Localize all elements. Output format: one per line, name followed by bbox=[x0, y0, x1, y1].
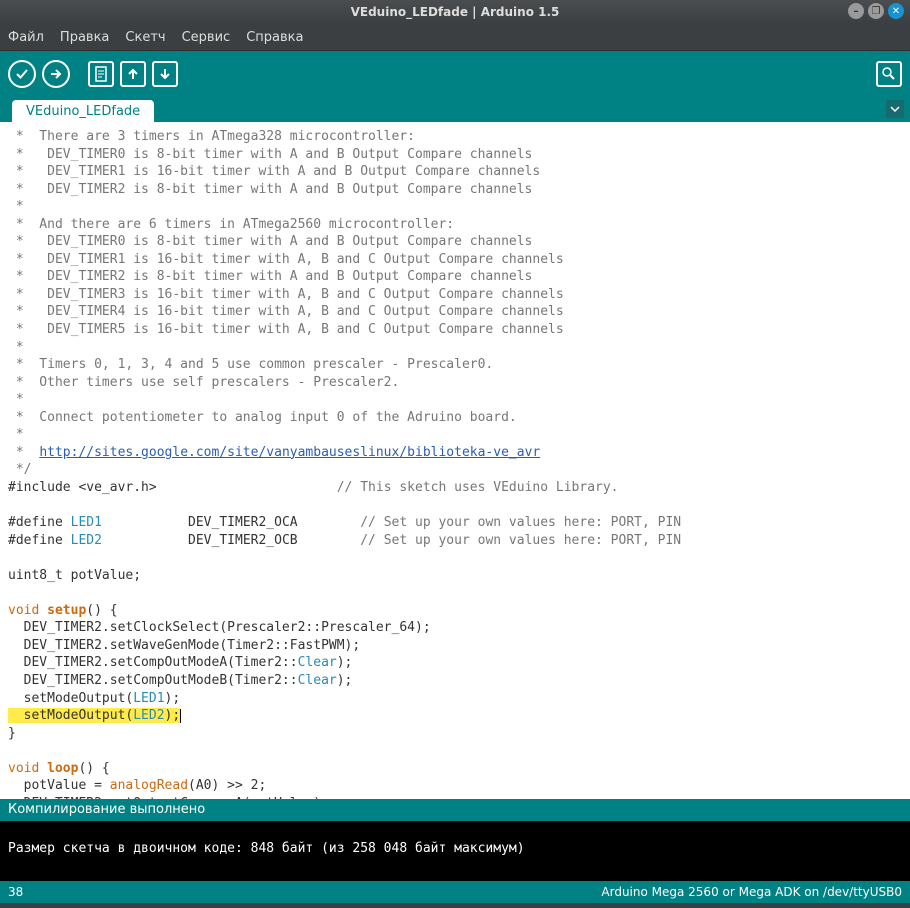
stmt-line: DEV_TIMER2.setCompOutModeA(Timer2::Clear… bbox=[8, 654, 902, 672]
func-line: void setup() { bbox=[8, 602, 902, 620]
toolbar bbox=[0, 51, 910, 96]
define-line: #define LED1 DEV_TIMER2_OCA // Set up yo… bbox=[8, 514, 902, 532]
chevron-down-icon bbox=[890, 106, 900, 112]
include-line: #include <ve_avr.h> // This sketch uses … bbox=[8, 479, 902, 497]
define-line: #define LED2 DEV_TIMER2_OCB // Set up yo… bbox=[8, 532, 902, 550]
url-link[interactable]: http://sites.google.com/site/vanyambause… bbox=[39, 445, 540, 460]
comment-line: * DEV_TIMER2 is 8-bit timer with A and B… bbox=[8, 181, 902, 199]
console-line: Размер скетча в двоичном коде: 848 байт … bbox=[8, 841, 902, 856]
stmt-line: DEV_TIMER2.setOutputCompareA(potValue); bbox=[8, 795, 902, 799]
tab-sketch[interactable]: VEduino_LEDfade bbox=[12, 100, 154, 122]
new-button[interactable] bbox=[88, 61, 114, 87]
file-icon bbox=[94, 66, 108, 82]
comment-line: * And there are 6 timers in ATmega2560 m… bbox=[8, 216, 902, 234]
stmt-line: DEV_TIMER2.setClockSelect(Prescaler2::Pr… bbox=[8, 619, 902, 637]
comment-line: * DEV_TIMER2 is 8-bit timer with A and B… bbox=[8, 268, 902, 286]
blank-line bbox=[8, 549, 902, 567]
magnifier-icon bbox=[881, 66, 897, 82]
comment-line: * DEV_TIMER0 is 8-bit timer with A and B… bbox=[8, 233, 902, 251]
compile-status-bar: Компилирование выполнено bbox=[0, 799, 910, 821]
comment-line: * DEV_TIMER1 is 16-bit timer with A, B a… bbox=[8, 251, 902, 269]
upload-button[interactable] bbox=[42, 60, 70, 88]
close-button[interactable]: ✕ bbox=[888, 3, 904, 19]
comment-line: * DEV_TIMER3 is 16-bit timer with A, B a… bbox=[8, 286, 902, 304]
serial-monitor-button[interactable] bbox=[876, 61, 902, 87]
arrow-up-icon bbox=[126, 67, 140, 81]
menu-edit[interactable]: Правка bbox=[60, 30, 109, 45]
stmt-line: potValue = analogRead(A0) >> 2; bbox=[8, 777, 902, 795]
arrow-down-icon bbox=[158, 67, 172, 81]
board-info: Arduino Mega 2560 or Mega ADK on /dev/tt… bbox=[601, 885, 902, 899]
console-output[interactable]: Размер скетча в двоичном коде: 848 байт … bbox=[0, 821, 910, 881]
blank-line bbox=[8, 496, 902, 514]
window-title: VEduino_LEDfade | Arduino 1.5 bbox=[351, 5, 560, 19]
line-number: 38 bbox=[8, 885, 23, 899]
comment-line: * bbox=[8, 339, 902, 357]
func-line: void loop() { bbox=[8, 760, 902, 778]
stmt-line: setModeOutput(LED1); bbox=[8, 690, 902, 708]
tabbar: VEduino_LEDfade bbox=[0, 96, 910, 122]
stmt-highlighted-line: setModeOutput(LED2); bbox=[8, 707, 902, 725]
menu-help[interactable]: Справка bbox=[246, 30, 303, 45]
comment-link-line: * http://sites.google.com/site/vanyambau… bbox=[8, 444, 902, 462]
var-line: uint8_t potValue; bbox=[8, 567, 902, 585]
stmt-line: DEV_TIMER2.setCompOutModeB(Timer2::Clear… bbox=[8, 672, 902, 690]
maximize-button[interactable]: ❐ bbox=[868, 3, 884, 19]
comment-line: * bbox=[8, 198, 902, 216]
check-icon bbox=[15, 67, 29, 81]
comment-line: * Connect potentiometer to analog input … bbox=[8, 409, 902, 427]
menu-service[interactable]: Сервис bbox=[182, 30, 231, 45]
window-titlebar: VEduino_LEDfade | Arduino 1.5 – ❐ ✕ bbox=[0, 0, 910, 24]
comment-line: * There are 3 timers in ATmega328 microc… bbox=[8, 128, 902, 146]
menubar: Файл Правка Скетч Сервис Справка bbox=[0, 24, 910, 51]
comment-line: */ bbox=[8, 461, 902, 479]
bottom-status-bar: 38 Arduino Mega 2560 or Mega ADK on /dev… bbox=[0, 881, 910, 903]
window-controls: – ❐ ✕ bbox=[848, 3, 904, 19]
minimize-button[interactable]: – bbox=[848, 3, 864, 19]
comment-line: * DEV_TIMER1 is 16-bit timer with A and … bbox=[8, 163, 902, 181]
comment-line: * bbox=[8, 391, 902, 409]
open-button[interactable] bbox=[120, 61, 146, 87]
save-button[interactable] bbox=[152, 61, 178, 87]
text-cursor bbox=[180, 709, 181, 723]
comment-line: * Timers 0, 1, 3, 4 and 5 use common pre… bbox=[8, 356, 902, 374]
menu-file[interactable]: Файл bbox=[8, 30, 44, 45]
stmt-line: DEV_TIMER2.setWaveGenMode(Timer2::FastPW… bbox=[8, 637, 902, 655]
blank-line bbox=[8, 742, 902, 760]
compile-status-text: Компилирование выполнено bbox=[8, 802, 205, 817]
comment-line: * Other timers use self prescalers - Pre… bbox=[8, 374, 902, 392]
comment-line: * DEV_TIMER4 is 16-bit timer with A, B a… bbox=[8, 303, 902, 321]
tab-dropdown-button[interactable] bbox=[886, 100, 904, 118]
arrow-right-icon bbox=[49, 67, 63, 81]
brace-line: } bbox=[8, 725, 902, 743]
comment-line: * DEV_TIMER5 is 16-bit timer with A, B a… bbox=[8, 321, 902, 339]
comment-line: * bbox=[8, 426, 902, 444]
menu-sketch[interactable]: Скетч bbox=[125, 30, 165, 45]
blank-line bbox=[8, 584, 902, 602]
code-editor[interactable]: * There are 3 timers in ATmega328 microc… bbox=[0, 122, 910, 799]
comment-line: * DEV_TIMER0 is 8-bit timer with A and B… bbox=[8, 146, 902, 164]
verify-button[interactable] bbox=[8, 60, 36, 88]
